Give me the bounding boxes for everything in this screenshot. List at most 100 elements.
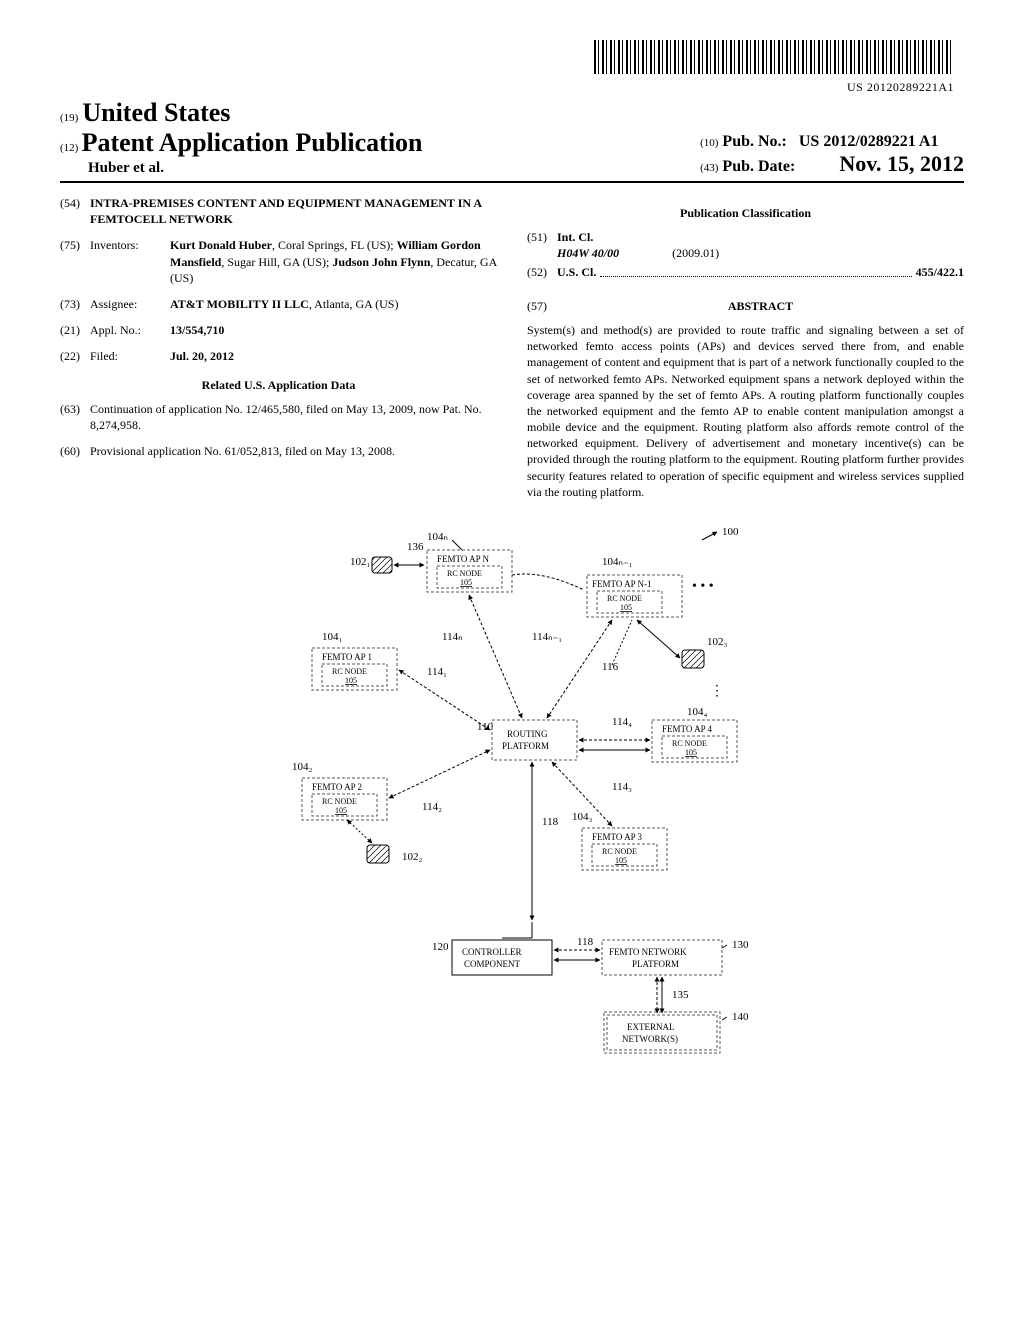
ref-136: 136	[407, 541, 424, 553]
pub-prefix: (12)	[60, 142, 78, 154]
right-column: Publication Classification (51) Int. Cl.…	[527, 195, 964, 500]
label-component: COMPONENT	[464, 959, 521, 969]
ref-105-3: 105	[615, 856, 627, 865]
label-rc-node-1: RC NODE	[332, 667, 367, 676]
prov-code: (60)	[60, 443, 90, 459]
ref-105-1: 105	[345, 676, 357, 685]
country-prefix: (19)	[60, 112, 78, 124]
abstract-heading-row: (57) ABSTRACT	[527, 290, 964, 322]
pubdate-label: Pub. Date:	[722, 158, 795, 175]
label-femto-ap-1: FEMTO AP 1	[322, 652, 372, 662]
ref-114-4: 114₄	[612, 716, 632, 728]
classification-header: Publication Classification	[527, 205, 964, 221]
label-platform: PLATFORM	[502, 741, 549, 751]
pubno-prefix: (10)	[700, 137, 718, 149]
uscl-code: (52)	[527, 264, 557, 280]
intcl-label: Int. Cl.	[557, 229, 964, 245]
ref-140: 140	[732, 1011, 749, 1023]
inventors-row: (75) Inventors: Kurt Donald Huber, Coral…	[60, 237, 497, 286]
vdots: ⋮	[710, 684, 724, 699]
label-external: EXTERNAL	[627, 1022, 675, 1032]
ref-118: 118	[542, 816, 559, 828]
ref-104-1: 104₁	[322, 631, 343, 643]
filed-code: (22)	[60, 348, 90, 364]
appl-code: (21)	[60, 322, 90, 338]
ref-104-2: 104₂	[292, 761, 313, 773]
label-femto-ap-2: FEMTO AP 2	[312, 782, 362, 792]
pub-type-line: (12) Patent Application Publication	[60, 128, 423, 158]
ref-105-n1: 105	[620, 603, 632, 612]
label-networks: NETWORK(S)	[622, 1034, 678, 1044]
uscl-label: U.S. Cl.	[557, 264, 596, 280]
intcl-row: (51) Int. Cl. H04W 40/00 (2009.01)	[527, 229, 964, 261]
ref-102-2: 102₂	[402, 851, 423, 863]
title-text: INTRA-PREMISES CONTENT AND EQUIPMENT MAN…	[90, 195, 497, 227]
label-rc-node-n: RC NODE	[447, 569, 482, 578]
label-rc-node-n1: RC NODE	[607, 594, 642, 603]
assignee-label: Assignee:	[90, 296, 170, 312]
pubdate-value: Nov. 15, 2012	[839, 151, 964, 176]
country-name: United States	[82, 98, 230, 127]
label-femto-ap-n1: FEMTO AP N-1	[592, 579, 652, 589]
body-columns: (54) INTRA-PREMISES CONTENT AND EQUIPMEN…	[60, 195, 964, 500]
continuation-row: (63) Continuation of application No. 12/…	[60, 401, 497, 433]
ref-135: 135	[672, 989, 689, 1001]
left-column: (54) INTRA-PREMISES CONTENT AND EQUIPMEN…	[60, 195, 497, 500]
header-top: US 20120289221A1	[60, 40, 964, 90]
cont-code: (63)	[60, 401, 90, 433]
label-routing: ROUTING	[507, 729, 548, 739]
ref-105-4: 105	[685, 748, 697, 757]
label-femto-network: FEMTO NETWORK	[609, 947, 687, 957]
label-network-platform: PLATFORM	[632, 959, 679, 969]
pubno-label: Pub. No.:	[722, 133, 786, 150]
appl-label: Appl. No.:	[90, 322, 170, 338]
assignee-row: (73) Assignee: AT&T MOBILITY II LLC, Atl…	[60, 296, 497, 312]
filed-row: (22) Filed: Jul. 20, 2012	[60, 348, 497, 364]
ref-114-n: 114ₙ	[442, 631, 462, 643]
appl-value: 13/554,710	[170, 322, 497, 338]
label-rc-node-4: RC NODE	[672, 739, 707, 748]
ref-100: 100	[722, 526, 739, 538]
pubdate-prefix: (43)	[700, 162, 718, 174]
intcl-date: (2009.01)	[672, 246, 719, 260]
ref-116: 116	[602, 661, 619, 673]
ref-114-n1: 114ₙ₋₁	[532, 631, 562, 643]
ref-114-2: 114₂	[422, 801, 442, 813]
pub-type: Patent Application Publication	[82, 128, 423, 157]
dotted-leader	[600, 275, 911, 277]
prov-value: Provisional application No. 61/052,813, …	[90, 443, 497, 459]
title-code: (54)	[60, 195, 90, 227]
ref-102-3: 102₃	[707, 636, 728, 648]
header-block: (19) United States (12) Patent Applicati…	[60, 98, 964, 183]
label-controller: CONTROLLER	[462, 947, 522, 957]
appl-row: (21) Appl. No.: 13/554,710	[60, 322, 497, 338]
figure-diagram: 100 104ₙ FEMTO AP N RC NODE 105 136 102₁…	[232, 520, 792, 1060]
ref-114-3: 114₃	[612, 781, 632, 793]
title-row: (54) INTRA-PREMISES CONTENT AND EQUIPMEN…	[60, 195, 497, 227]
label-femto-ap-4: FEMTO AP 4	[662, 724, 713, 734]
filed-value: Jul. 20, 2012	[170, 348, 497, 364]
assignee-code: (73)	[60, 296, 90, 312]
pub-no-line: (10) Pub. No.: US 2012/0289221 A1	[700, 133, 964, 151]
uscl-row: (52) U.S. Cl. 455/422.1	[527, 264, 964, 280]
ref-120: 120	[432, 941, 449, 953]
ref-104-n: 104ₙ	[427, 531, 448, 543]
abstract-text: System(s) and method(s) are provided to …	[527, 322, 964, 500]
intcl-class: H04W 40/00	[557, 246, 619, 260]
inventors-code: (75)	[60, 237, 90, 286]
ref-130: 130	[732, 939, 749, 951]
ref-104-n1: 104ₙ₋₁	[602, 556, 633, 568]
doc-code: US 20120289221A1	[60, 80, 954, 95]
ref-105-2: 105	[335, 806, 347, 815]
label-femto-ap-3: FEMTO AP 3	[592, 832, 643, 842]
assignee-value: AT&T MOBILITY II LLC, Atlanta, GA (US)	[170, 296, 497, 312]
label-rc-node-2: RC NODE	[322, 797, 357, 806]
uscl-value: 455/422.1	[916, 264, 964, 280]
inventors-label: Inventors:	[90, 237, 170, 286]
pub-date-line: (43) Pub. Date: Nov. 15, 2012	[700, 151, 964, 177]
filed-label: Filed:	[90, 348, 170, 364]
ref-104-4: 104₄	[687, 706, 708, 718]
label-femto-ap-n: FEMTO AP N	[437, 554, 490, 564]
cont-value: Continuation of application No. 12/465,5…	[90, 401, 497, 433]
abstract-label: ABSTRACT	[557, 298, 964, 314]
